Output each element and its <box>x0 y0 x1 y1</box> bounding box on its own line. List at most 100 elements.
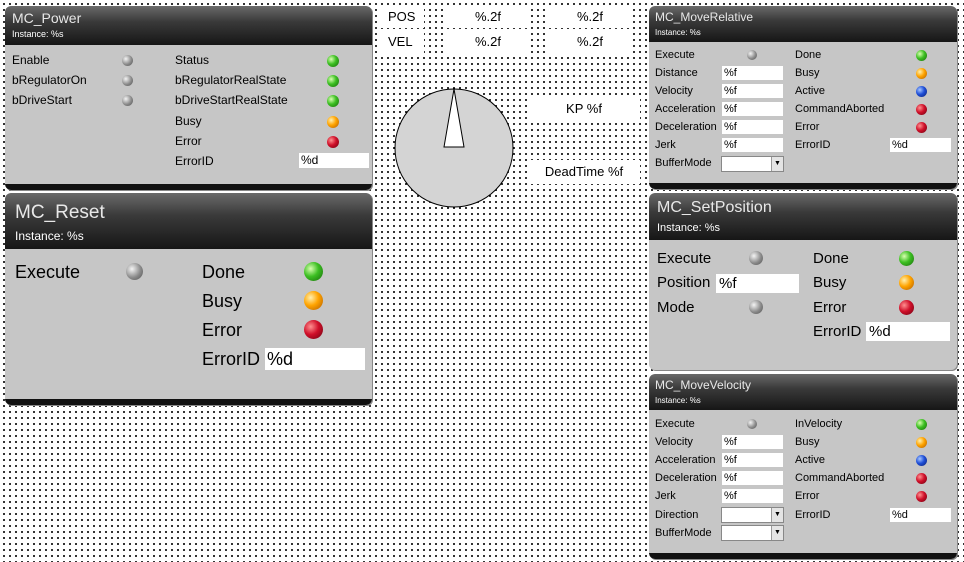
acceleration-field[interactable]: %f <box>722 102 783 116</box>
acceleration-field[interactable]: %f <box>722 453 783 467</box>
active-label: Active <box>795 454 825 466</box>
jerk-field[interactable]: %f <box>722 489 783 503</box>
vel-value-1: %.2f <box>446 31 530 53</box>
errorid-label: ErrorID <box>813 323 862 340</box>
buffermode-dropdown[interactable]: ▼ <box>721 525 784 541</box>
buffermode-label: BufferMode <box>655 527 712 539</box>
errorid-field: %d <box>890 138 951 152</box>
execute-label: Execute <box>15 262 81 282</box>
bdrivestartrealstate-led <box>327 95 339 107</box>
buffermode-label: BufferMode <box>655 157 712 169</box>
error-label: Error <box>795 490 820 502</box>
mc-movevelocity-instance: Instance: %s <box>655 396 701 405</box>
commandaborted-label: CommandAborted <box>795 472 885 484</box>
acceleration-label: Acceleration <box>655 454 716 466</box>
deadtime-display: DeadTime %f <box>528 160 640 184</box>
busy-led <box>916 68 927 79</box>
jerk-label: Jerk <box>655 490 676 502</box>
mc-power-title: MC_Power <box>12 10 82 26</box>
busy-label: Busy <box>175 114 202 128</box>
position-dial <box>394 88 514 208</box>
chevron-down-icon[interactable]: ▼ <box>771 526 783 540</box>
execute-label: Execute <box>655 49 695 61</box>
busy-led <box>899 275 914 290</box>
mc-reset-title: MC_Reset <box>15 202 105 223</box>
active-led <box>916 86 927 97</box>
mc-movevelocity-title: MC_MoveVelocity <box>655 378 752 392</box>
status-label: Status <box>175 53 210 67</box>
execute-label: Execute <box>655 418 695 430</box>
errorid-field: %d <box>866 322 950 341</box>
pos-label: POS <box>378 6 424 28</box>
chevron-down-icon[interactable]: ▼ <box>771 508 783 522</box>
deceleration-label: Deceleration <box>655 121 717 133</box>
velocity-field[interactable]: %f <box>722 435 783 449</box>
bregulatoron-led[interactable] <box>122 75 133 86</box>
kp-display: KP %f <box>528 97 640 121</box>
enable-led[interactable] <box>122 55 133 66</box>
mc-moverelative-title: MC_MoveRelative <box>655 10 754 24</box>
mc-reset-footer <box>5 399 372 405</box>
mode-led[interactable] <box>749 300 763 314</box>
velocity-field[interactable]: %f <box>722 84 783 98</box>
done-led <box>304 262 323 281</box>
mc-moverelative-footer <box>649 183 957 189</box>
busy-led <box>916 437 927 448</box>
error-led <box>304 320 323 339</box>
done-label: Done <box>813 250 849 267</box>
chevron-down-icon[interactable]: ▼ <box>771 157 783 171</box>
busy-label: Busy <box>202 291 243 311</box>
done-label: Done <box>795 49 822 61</box>
commandaborted-led <box>916 473 927 484</box>
vel-label: VEL <box>378 31 424 53</box>
done-label: Done <box>202 262 246 282</box>
pos-value-2: %.2f <box>548 6 632 28</box>
error-led <box>327 136 339 148</box>
active-led <box>916 455 927 466</box>
execute-label: Execute <box>657 250 712 267</box>
busy-led <box>304 291 323 310</box>
error-label: Error <box>175 134 202 148</box>
active-label: Active <box>795 85 825 97</box>
error-led <box>916 491 927 502</box>
bdrivestartrealstate-label: bDriveStartRealState <box>175 93 288 107</box>
execute-led[interactable] <box>747 50 757 60</box>
errorid-field: %d <box>890 508 951 522</box>
execute-led[interactable] <box>749 251 763 265</box>
errorid-field: %d <box>299 153 369 168</box>
commandaborted-label: CommandAborted <box>795 103 885 115</box>
mc-power-footer <box>5 184 372 190</box>
error-led <box>916 122 927 133</box>
mc-setposition-panel: MC_SetPosition Instance: %s Execute Posi… <box>649 193 957 370</box>
deceleration-field[interactable]: %f <box>722 471 783 485</box>
execute-led[interactable] <box>126 263 143 280</box>
invelocity-led <box>916 419 927 430</box>
status-led <box>327 55 339 67</box>
buffermode-dropdown[interactable]: ▼ <box>721 156 784 172</box>
position-field[interactable]: %f <box>716 274 799 293</box>
bregulatorrealstate-led <box>327 75 339 87</box>
errorid-label: ErrorID <box>795 509 831 521</box>
commandaborted-led <box>916 104 927 115</box>
distance-field[interactable]: %f <box>722 66 783 80</box>
distance-label: Distance <box>655 67 698 79</box>
direction-dropdown[interactable]: ▼ <box>721 507 784 523</box>
deceleration-field[interactable]: %f <box>722 120 783 134</box>
execute-led[interactable] <box>747 419 757 429</box>
mc-reset-panel: MC_Reset Instance: %s Execute Done Busy … <box>5 193 372 405</box>
busy-label: Busy <box>795 436 820 448</box>
errorid-label: ErrorID <box>202 349 260 369</box>
error-label: Error <box>202 320 242 340</box>
mc-moverelative-instance: Instance: %s <box>655 28 701 37</box>
invelocity-label: InVelocity <box>795 418 843 430</box>
velocity-label: Velocity <box>655 436 693 448</box>
jerk-field[interactable]: %f <box>722 138 783 152</box>
mc-movevelocity-footer <box>649 553 957 559</box>
error-label: Error <box>795 121 820 133</box>
bdrivestart-led[interactable] <box>122 95 133 106</box>
error-label: Error <box>813 299 847 316</box>
errorid-label: ErrorID <box>175 154 214 168</box>
mc-power-instance: Instance: %s <box>12 29 64 39</box>
bdrivestart-label: bDriveStart <box>12 93 73 107</box>
busy-label: Busy <box>795 67 820 79</box>
